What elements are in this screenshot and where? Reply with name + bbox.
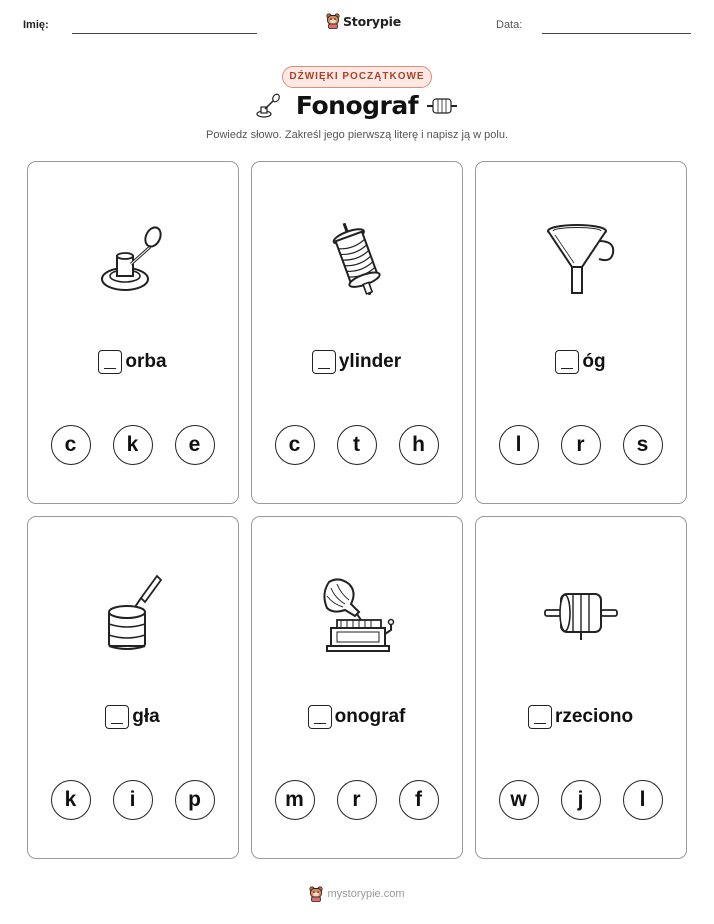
- name-field[interactable]: [72, 33, 257, 34]
- letter-choice[interactable]: c: [50, 425, 91, 465]
- funnel-icon: [546, 224, 614, 294]
- card-picture: [476, 569, 685, 659]
- letter-choice[interactable]: l: [622, 780, 663, 820]
- letter-answer-box[interactable]: [555, 350, 580, 374]
- letter-choice[interactable]: m: [274, 780, 315, 820]
- word-ending: rzeciono: [554, 706, 634, 727]
- word-card: ylinder c t h: [251, 161, 463, 504]
- letter-choice[interactable]: r: [560, 425, 601, 465]
- page-footer: mystorypie.com: [0, 886, 714, 902]
- word-card: óg l r s: [475, 161, 687, 504]
- letter-choice[interactable]: k: [112, 425, 153, 465]
- letter-answer-box[interactable]: [105, 705, 130, 729]
- letter-choice[interactable]: h: [398, 425, 439, 465]
- word-card: gła k i p: [27, 516, 239, 859]
- letter-choices: c t h: [252, 425, 461, 465]
- word-row: rzeciono: [476, 705, 685, 729]
- card-picture: [476, 214, 685, 304]
- word-card: rzeciono w j l: [475, 516, 687, 859]
- letter-choice[interactable]: c: [274, 425, 315, 465]
- brand-name: Storypie: [343, 13, 401, 29]
- card-picture: [252, 569, 461, 659]
- brand-logo: Storypie: [326, 13, 401, 29]
- card-picture: [28, 569, 237, 659]
- word-ending: óg: [582, 351, 606, 372]
- letter-answer-box[interactable]: [307, 705, 332, 729]
- page-title: Fonograf: [295, 91, 419, 120]
- letter-choice[interactable]: t: [336, 425, 377, 465]
- phonograph-icon: [322, 578, 394, 652]
- footer-site-link[interactable]: mystorypie.com: [327, 888, 404, 900]
- letter-choices: m r f: [252, 780, 461, 820]
- letter-answer-box[interactable]: [311, 350, 336, 374]
- letter-answer-box[interactable]: [527, 705, 552, 729]
- word-row: ylinder: [252, 350, 461, 374]
- worksheet-header: Imię: Storypie Data:: [0, 0, 714, 50]
- word-ending: ylinder: [338, 351, 402, 372]
- card-picture: [252, 214, 461, 304]
- letter-choice[interactable]: e: [174, 425, 215, 465]
- word-ending: gła: [132, 706, 160, 727]
- wax-cylinder-needle-icon: [107, 574, 162, 650]
- letter-choice[interactable]: f: [398, 780, 439, 820]
- letter-choice[interactable]: w: [498, 780, 539, 820]
- letter-choice[interactable]: j: [560, 780, 601, 820]
- name-label: Imię:: [23, 19, 49, 31]
- letter-choice[interactable]: k: [50, 780, 91, 820]
- word-ending: orba: [125, 351, 167, 372]
- letter-choice[interactable]: l: [498, 425, 539, 465]
- letter-choices: k i p: [28, 780, 237, 820]
- roller-cylinder-icon: [543, 593, 618, 640]
- letter-choice[interactable]: r: [336, 780, 377, 820]
- letter-choices: c k e: [28, 425, 237, 465]
- word-row: óg: [476, 350, 685, 374]
- word-card: onograf m r f: [251, 516, 463, 859]
- word-ending: onograf: [334, 706, 406, 727]
- card-picture: [28, 214, 237, 304]
- date-label: Data:: [496, 19, 523, 31]
- letter-choices: l r s: [476, 425, 685, 465]
- date-field[interactable]: [542, 33, 691, 34]
- word-row: onograf: [252, 705, 461, 729]
- letter-answer-box[interactable]: [98, 350, 123, 374]
- word-card: orba c k e: [27, 161, 239, 504]
- word-row: orba: [28, 350, 237, 374]
- thread-spool-icon: [332, 222, 381, 296]
- letter-choice[interactable]: p: [174, 780, 215, 820]
- word-row: gła: [28, 705, 237, 729]
- letter-choice[interactable]: s: [622, 425, 663, 465]
- topic-badge: DŹWIĘKI POCZĄTKOWE: [282, 66, 432, 88]
- instructions: Powiedz słowo. Zakreśl jego pierwszą lit…: [205, 129, 509, 141]
- storypie-mascot-icon: [309, 886, 324, 902]
- roller-cylinder-icon: [427, 98, 457, 114]
- crank-handle-icon: [100, 226, 162, 291]
- letter-choice[interactable]: i: [112, 780, 153, 820]
- storypie-mascot-icon: [326, 13, 340, 29]
- letter-choices: w j l: [476, 780, 685, 820]
